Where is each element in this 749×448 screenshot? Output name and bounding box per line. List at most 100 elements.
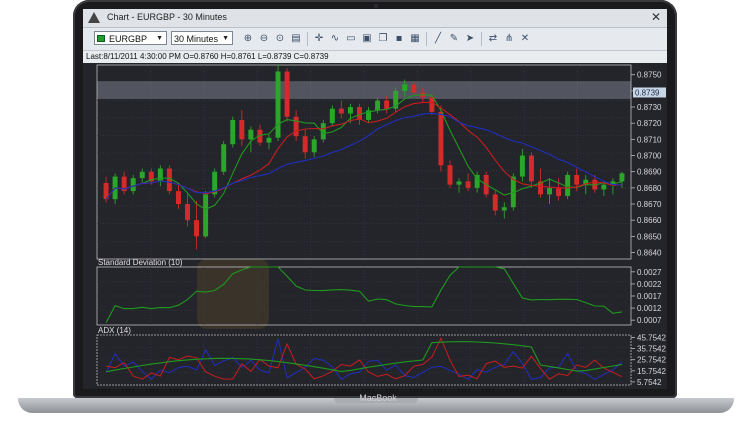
fibonacci-icon[interactable]: ⋔ [502, 32, 516, 46]
candle-body [338, 108, 344, 114]
print-icon[interactable]: ▣ [360, 32, 374, 46]
close-icon[interactable]: ✕ [651, 10, 661, 24]
adx-tick-label: 5.7542 [637, 378, 662, 387]
stddev-tick-label: 0.0012 [637, 304, 662, 313]
symbol-flag-icon [97, 35, 105, 42]
screen: Chart - EURGBP - 30 Minutes ✕ EURGBP ▼ 3… [83, 9, 667, 389]
candle-body [302, 136, 308, 153]
line-tool-icon[interactable]: ╱ [431, 32, 445, 46]
template-icon[interactable]: ▭ [344, 32, 358, 46]
candle-body [447, 165, 453, 185]
candle-body [130, 178, 136, 192]
price-tick-label: 0.8720 [637, 119, 662, 128]
candle-body [556, 187, 562, 196]
window-title: Chart - EURGBP - 30 Minutes [107, 12, 227, 22]
candle-body [185, 204, 190, 221]
price-tick-label: 0.8710 [637, 135, 662, 144]
last-price-band [97, 81, 631, 99]
ohlc-infobar: Last:8/11/2011 4:30:00 PM O=0.8760 H=0.8… [83, 51, 667, 63]
stddev-tick-label: 0.0007 [637, 316, 662, 325]
copy-icon[interactable]: ❐ [376, 32, 390, 46]
chevron-down-icon: ▼ [222, 35, 229, 42]
price-chart[interactable]: 0.87500.87400.87300.87200.87100.87000.86… [83, 63, 667, 389]
candle-body [411, 84, 417, 93]
zoom-fit-icon[interactable]: ⊙ [273, 32, 287, 46]
candle-body [492, 194, 498, 211]
candle-body [329, 108, 335, 124]
candle-body [221, 144, 227, 172]
price-tick-label: 0.8700 [637, 152, 662, 161]
price-tick-label: 0.8640 [637, 249, 662, 258]
candle-body [619, 173, 625, 182]
arrow-tool-icon[interactable]: ➤ [463, 32, 477, 46]
candle-body [175, 191, 181, 205]
candle-body [275, 71, 281, 138]
laptop-brand: MacBook [359, 393, 397, 403]
save-icon[interactable]: ▪ [392, 32, 406, 46]
candle-body [574, 174, 580, 185]
candle-body [266, 137, 272, 143]
toolbar-separator [426, 32, 427, 46]
candle-body [347, 107, 353, 114]
candle-body [438, 111, 444, 166]
adx-tick-label: 45.7542 [637, 333, 666, 342]
toolbar-separator [481, 32, 482, 46]
indicator-icon[interactable]: ∿ [328, 32, 342, 46]
zoom-out-icon[interactable]: ⊖ [257, 32, 271, 46]
camera-icon [374, 4, 378, 8]
stddev-tick-label: 0.0027 [637, 268, 662, 277]
candle-body [230, 119, 236, 145]
adx-tick-label: 35.7542 [637, 345, 666, 354]
price-tick-label: 0.8680 [637, 184, 662, 193]
toolbar-separator [307, 32, 308, 46]
candle-body [429, 97, 435, 112]
window-titlebar: Chart - EURGBP - 30 Minutes ✕ [83, 9, 667, 28]
candle-body [194, 220, 200, 237]
timeframe-select[interactable]: 30 Minutes ▼ [171, 31, 233, 45]
candle-body [293, 116, 299, 137]
symbol-value: EURGBP [109, 34, 148, 44]
price-tick-label: 0.8670 [637, 200, 662, 209]
draw-pen-icon[interactable]: ✎ [447, 32, 461, 46]
price-tick-label: 0.8690 [637, 168, 662, 177]
candle-body [601, 184, 607, 190]
adx-tick-label: 25.7542 [637, 356, 666, 365]
stddev-tick-label: 0.0017 [637, 292, 662, 301]
candle-body [375, 100, 381, 111]
chevron-down-icon: ▼ [156, 35, 163, 42]
zoom-in-icon[interactable]: ⊕ [241, 32, 255, 46]
objects-icon[interactable]: ⇄ [486, 32, 500, 46]
price-tick-label: 0.8730 [637, 103, 662, 112]
candle-body [501, 207, 507, 211]
candle-body [203, 194, 209, 237]
price-tick-label: 0.8750 [637, 71, 662, 80]
price-tick-label: 0.8650 [637, 232, 662, 241]
candle-body [284, 71, 290, 117]
candle-body [384, 100, 390, 109]
settings-icon[interactable]: ✕ [518, 32, 532, 46]
symbol-select[interactable]: EURGBP ▼ [94, 31, 167, 45]
candle-body [565, 174, 571, 196]
export-icon[interactable]: ▦ [408, 32, 422, 46]
last-price-label: 0.8739 [635, 88, 660, 97]
crosshair-icon[interactable]: ✛ [312, 32, 326, 46]
candle-body [157, 168, 163, 182]
candle-body [139, 171, 145, 179]
candle-body [519, 155, 525, 177]
chart-area[interactable]: 0.87500.87400.87300.87200.87100.87000.86… [83, 63, 667, 389]
candle-body [465, 181, 471, 188]
stddev-pane-label: Standard Deviation (10) [98, 258, 183, 267]
timeframe-value: 30 Minutes [174, 34, 219, 44]
candle-body [547, 187, 553, 195]
candle-body [248, 129, 254, 140]
candle-body [528, 155, 534, 182]
chart-type-icon[interactable]: ▤ [289, 32, 303, 46]
candle-body [311, 139, 317, 153]
app-logo-icon [88, 12, 100, 23]
adx-pane-label: ADX (14) [98, 326, 131, 335]
price-tick-label: 0.8660 [637, 216, 662, 225]
candle-body [456, 181, 462, 185]
stddev-tick-label: 0.0022 [637, 280, 662, 289]
candle-body [402, 84, 408, 91]
candle-body [239, 119, 245, 140]
